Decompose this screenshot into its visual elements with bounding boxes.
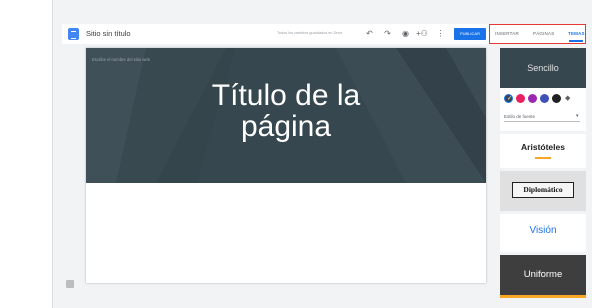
site-name-field[interactable]: Escribe el nombre del sitio web [92,57,150,62]
swatch-selected[interactable]: ✓ [504,94,513,103]
more-options-icon[interactable]: ⋮ [435,28,446,40]
theme-label-diplomatico: Diplomático [523,185,563,194]
dropdown-arrow-icon[interactable]: ▾ [576,113,579,119]
swatch-pink[interactable] [516,94,525,103]
page-title-line-1: Título de la [211,79,361,112]
swatch-black[interactable] [552,94,561,103]
theme-card-uniforme[interactable]: Uniforme [500,255,586,298]
sites-logo-icon[interactable] [68,28,79,40]
theme-card-sencillo[interactable]: Sencillo [500,48,586,88]
font-style-dropdown-label[interactable]: Estilo de fuente [504,114,535,119]
save-status: Todos los cambios guardados en Drive [277,31,343,35]
header-banner[interactable]: Escribe el nombre del sitio web Título d… [86,48,486,183]
swatch-indigo[interactable] [540,94,549,103]
feedback-icon[interactable] [66,280,74,288]
theme-options: ✓ ◆ Estilo de fuente ▾ [500,88,586,131]
page-canvas: Escribe el nombre del sitio web Título d… [86,48,486,283]
theme-accent-uniforme [500,295,586,298]
editor-toolbar: Sitio sin título Todos los cambios guard… [62,24,489,44]
redo-icon[interactable]: ↷ [382,28,393,40]
undo-icon[interactable]: ↶ [364,28,375,40]
publish-button[interactable]: PUBLICAR [454,28,486,40]
tabs-highlight-box [489,24,586,44]
page-title[interactable]: Título de la página [86,80,486,142]
preview-icon[interactable]: ◉ [400,28,411,40]
theme-accent-aristoteles [535,157,551,159]
swatch-purple[interactable] [528,94,537,103]
site-title[interactable]: Sitio sin título [86,29,131,38]
share-icon[interactable]: +⚇ [416,28,428,40]
theme-label-aristoteles: Aristóteles [521,142,565,152]
custom-color-icon[interactable]: ◆ [565,94,570,102]
left-gutter-divider [52,0,53,308]
themes-panel: Sencillo ✓ ◆ Estilo de fuente ▾ Aristóte… [500,48,586,298]
theme-label-uniforme: Uniforme [523,269,563,280]
dropdown-underline [504,121,580,122]
theme-label-vision: Visión [529,225,557,236]
theme-card-aristoteles[interactable]: Aristóteles [500,134,586,168]
theme-label-sencillo: Sencillo [527,63,559,73]
theme-card-vision[interactable]: Visión [500,214,586,252]
page-title-line-2: página [240,110,332,143]
theme-card-diplomatico[interactable]: Diplomático [500,171,586,211]
